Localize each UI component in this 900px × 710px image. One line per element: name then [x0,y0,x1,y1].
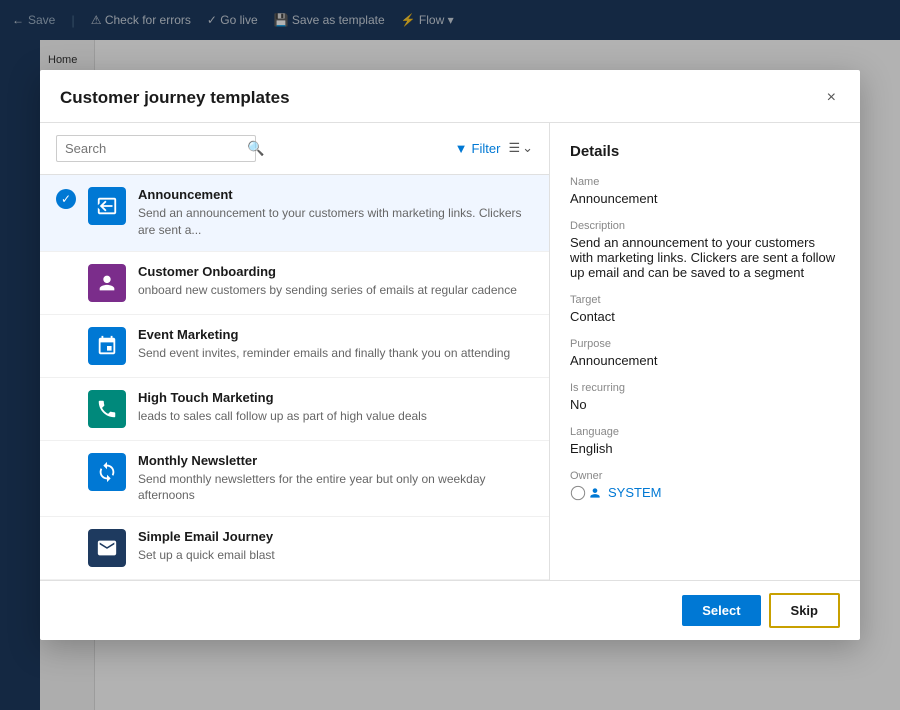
detail-language-label: Language [570,426,840,438]
select-button[interactable]: Select [682,595,760,626]
modal-close-button[interactable]: × [823,86,840,110]
detail-target-value: Contact [570,309,840,324]
check-area-announcement: ✓ [56,189,80,209]
skip-button[interactable]: Skip [769,593,840,628]
announcement-icon [88,187,126,225]
detail-purpose-field: Purpose Announcement [570,338,840,368]
detail-recurring-label: Is recurring [570,382,840,394]
search-input-wrap: 🔍 [56,135,256,162]
modal-footer: Select Skip [40,580,860,640]
customer-onboarding-desc: onboard new customers by sending series … [138,282,533,299]
monthly-newsletter-name: Monthly Newsletter [138,453,533,468]
modal-overlay: Customer journey templates × 🔍 ▼ Filter [0,0,900,710]
simple-email-desc: Set up a quick email blast [138,547,533,564]
list-view-icon[interactable]: ☰ [508,140,520,156]
details-panel: Details Name Announcement Description Se… [550,123,860,580]
detail-recurring-field: Is recurring No [570,382,840,412]
owner-row: SYSTEM [570,485,840,501]
customer-onboarding-text: Customer Onboarding onboard new customer… [138,264,533,299]
high-touch-icon [88,390,126,428]
view-toggle: ☰ ⌄ [508,140,533,156]
detail-purpose-label: Purpose [570,338,840,350]
monthly-newsletter-icon [88,453,126,491]
detail-language-value: English [570,441,840,456]
customer-onboarding-name: Customer Onboarding [138,264,533,279]
search-icon: 🔍 [247,140,264,157]
high-touch-name: High Touch Marketing [138,390,533,405]
event-marketing-desc: Send event invites, reminder emails and … [138,345,533,362]
modal-title: Customer journey templates [60,88,290,108]
details-heading: Details [570,143,840,160]
template-item-customer-onboarding[interactable]: Customer Onboarding onboard new customer… [40,252,549,315]
simple-email-name: Simple Email Journey [138,529,533,544]
template-list-panel: 🔍 ▼ Filter ☰ ⌄ [40,123,550,580]
detail-target-label: Target [570,294,840,306]
high-touch-text: High Touch Marketing leads to sales call… [138,390,533,425]
event-marketing-text: Event Marketing Send event invites, remi… [138,327,533,362]
modal-body: 🔍 ▼ Filter ☰ ⌄ [40,123,860,580]
announcement-name: Announcement [138,187,533,202]
event-marketing-icon [88,327,126,365]
detail-description-field: Description Send an announcement to your… [570,220,840,280]
filter-area: ▼ Filter ☰ ⌄ [455,140,533,156]
template-item-monthly-newsletter[interactable]: Monthly Newsletter Send monthly newslett… [40,441,549,518]
detail-description-value: Send an announcement to your customers w… [570,235,840,280]
template-item-event-marketing[interactable]: Event Marketing Send event invites, remi… [40,315,549,378]
detail-owner-value[interactable]: SYSTEM [608,485,661,500]
detail-owner-field: Owner SYSTEM [570,470,840,501]
detail-name-field: Name Announcement [570,176,840,206]
detail-description-label: Description [570,220,840,232]
customer-onboarding-icon [88,264,126,302]
expand-icon[interactable]: ⌄ [522,140,533,156]
detail-name-label: Name [570,176,840,188]
monthly-newsletter-desc: Send monthly newsletters for the entire … [138,471,533,505]
detail-target-field: Target Contact [570,294,840,324]
filter-button[interactable]: ▼ Filter [455,141,501,156]
filter-icon: ▼ [455,141,468,156]
monthly-newsletter-text: Monthly Newsletter Send monthly newslett… [138,453,533,505]
template-item-announcement[interactable]: ✓ Announcement Send an announcement to y… [40,175,549,252]
selected-check-icon: ✓ [56,189,76,209]
detail-purpose-value: Announcement [570,353,840,368]
template-item-simple-email[interactable]: Simple Email Journey Set up a quick emai… [40,517,549,580]
simple-email-text: Simple Email Journey Set up a quick emai… [138,529,533,564]
template-list: ✓ Announcement Send an announcement to y… [40,175,549,580]
modal-dialog: Customer journey templates × 🔍 ▼ Filter [40,70,860,640]
owner-icon [570,485,602,501]
announcement-desc: Send an announcement to your customers w… [138,205,533,239]
high-touch-desc: leads to sales call follow up as part of… [138,408,533,425]
event-marketing-name: Event Marketing [138,327,533,342]
simple-email-icon [88,529,126,567]
announcement-text: Announcement Send an announcement to you… [138,187,533,239]
detail-name-value: Announcement [570,191,840,206]
template-item-high-touch[interactable]: High Touch Marketing leads to sales call… [40,378,549,441]
search-bar: 🔍 ▼ Filter ☰ ⌄ [40,123,549,175]
detail-owner-label: Owner [570,470,840,482]
modal-header: Customer journey templates × [40,70,860,123]
search-input[interactable] [65,141,241,156]
detail-language-field: Language English [570,426,840,456]
detail-recurring-value: No [570,397,840,412]
